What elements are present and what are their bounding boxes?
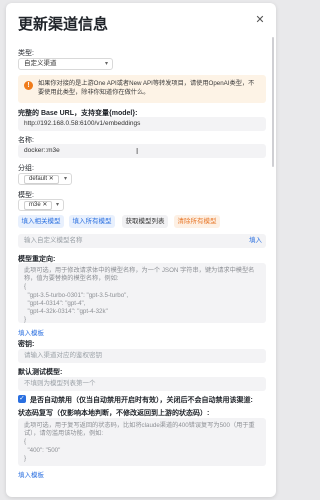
warning-banner: ! 如果你对接的是上游One API或者New API等转发项目，请使用Open… [18, 75, 266, 103]
group-tag-label: default [29, 176, 48, 182]
tag-remove-icon[interactable]: ✕ [42, 202, 47, 208]
type-label: 类型: [18, 50, 34, 57]
modal-title: 更新渠道信息 [18, 16, 109, 33]
fill-all-models-button[interactable]: 填入所有模型 [69, 215, 115, 228]
chevron-down-icon: ▾ [104, 61, 108, 67]
custom-model-placeholder: 输入自定义模型名称 [24, 237, 83, 244]
tag-remove-icon[interactable]: ✕ [49, 176, 54, 182]
group-tag: default ✕ [24, 175, 59, 184]
chevron-down-icon: ▾ [63, 176, 67, 182]
status-template-link[interactable]: 填入模板 [18, 469, 44, 479]
name-input[interactable]: docker::m3e [18, 144, 266, 158]
model-tag: m3e ✕ [24, 201, 53, 210]
scrollbar[interactable] [272, 37, 274, 167]
model-mapping-textarea[interactable]: 此项可选，用于修改请求体中的模型名称，为一个 JSON 字符串，键为请求中模型名… [18, 263, 266, 323]
auto-disable-label: 是否自动禁用（仅当自动禁用开启时有效），关闭后不会自动禁用该渠道: [30, 397, 253, 404]
warning-icon: ! [24, 81, 33, 90]
update-channel-modal: 更新渠道信息 ✕ 类型: 自定义渠道 ▾ ! 如果你对接的是上游One API或… [6, 3, 276, 497]
close-icon[interactable]: ✕ [254, 14, 266, 26]
auto-disable-checkbox[interactable]: ✓ [18, 395, 26, 403]
group-label: 分组: [18, 165, 34, 172]
test-model-input[interactable]: 不填则为模型列表第一个 [18, 377, 266, 391]
clear-all-models-button[interactable]: 清除所有模型 [174, 215, 220, 228]
test-model-label: 默认测试模型: [18, 369, 63, 376]
warning-text: 如果你对接的是上游One API或者New API等转发项目，请使用OpenAI… [38, 80, 255, 96]
type-select-value: 自定义渠道 [24, 60, 57, 67]
fetch-model-list-button[interactable]: 获取模型列表 [122, 215, 168, 228]
group-select[interactable]: default ✕ ▾ [18, 173, 72, 185]
base-url-input[interactable]: http://192.168.0.58:6100/v1/embeddings [18, 117, 266, 131]
model-select[interactable]: m3e ✕ ▾ [18, 199, 64, 211]
key-label: 密钥: [18, 341, 35, 348]
fill-related-models-button[interactable]: 填入相关模型 [18, 215, 64, 228]
custom-model-input[interactable]: 输入自定义模型名称 填入 [18, 234, 266, 248]
model-tag-label: m3e [29, 202, 41, 208]
type-select[interactable]: 自定义渠道 ▾ [18, 58, 113, 70]
status-override-label: 状态码复写（仅影响本地判断，不修改返回到上游的状态码）: [18, 410, 210, 417]
key-input[interactable]: 请输入渠道对应的鉴权密钥 [18, 349, 266, 363]
chevron-down-icon: ▾ [55, 202, 59, 208]
mapping-template-link[interactable]: 填入模板 [18, 327, 44, 337]
status-override-textarea[interactable]: 此项可选，用于复写返回的状态码，比如将claude渠道的400错误复写为500（… [18, 418, 266, 466]
text-cursor-icon: I [136, 147, 139, 156]
fill-custom-model-button[interactable]: 填入 [249, 234, 262, 248]
